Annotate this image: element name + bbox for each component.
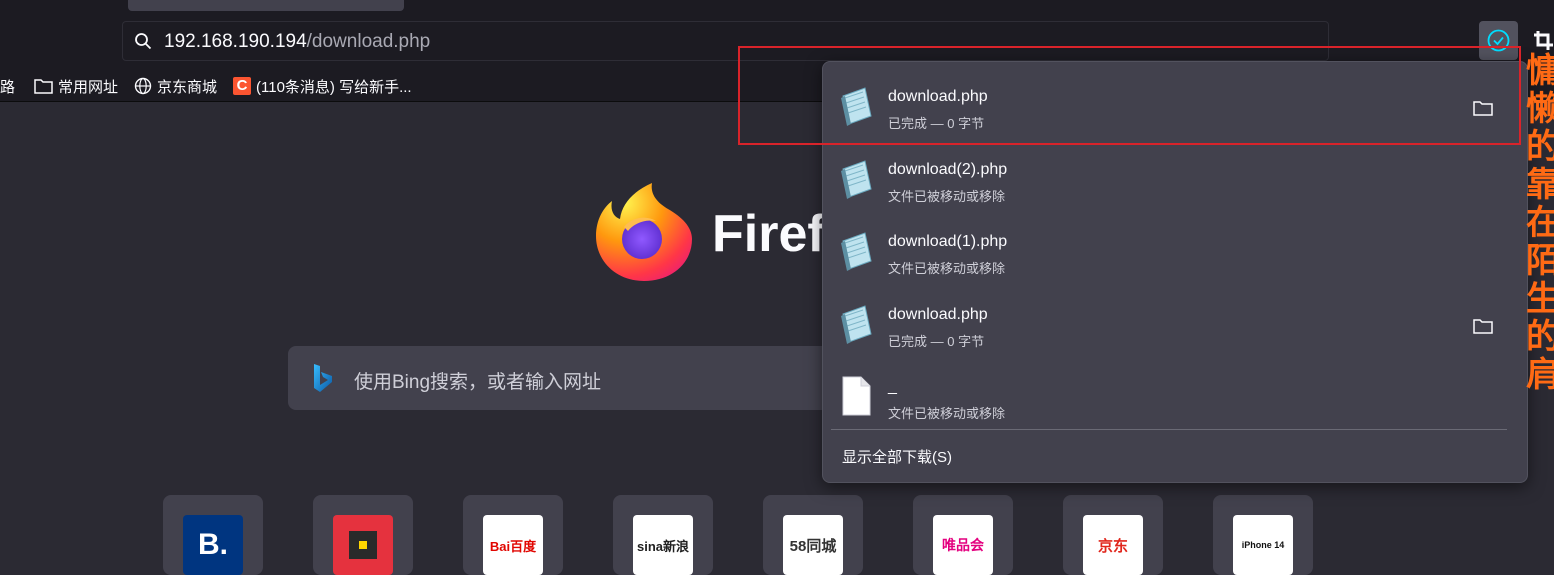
firefox-wordmark: Firefox bbox=[712, 205, 832, 263]
panel-divider bbox=[831, 429, 1507, 430]
download-status: 文件已被移动或移除 bbox=[888, 261, 1006, 276]
58-icon: 58同城 bbox=[783, 515, 843, 575]
bookmark-item-road[interactable]: 路 bbox=[0, 75, 15, 97]
title-bar bbox=[0, 0, 1554, 14]
vip-icon: 唯品会 bbox=[933, 515, 993, 575]
globe-icon bbox=[134, 77, 152, 95]
top-site-sina[interactable]: sina新浪 bbox=[613, 495, 713, 575]
bookmark-label: (110条消息) 写给新手... bbox=[256, 78, 412, 96]
download-status: 已完成 — 0 字节 bbox=[888, 334, 985, 349]
download-filename: download(1).php bbox=[888, 233, 1008, 250]
download-filename: _ bbox=[888, 378, 897, 395]
newtab-search-box[interactable]: 使用Bing搜索，或者输入网址 bbox=[288, 346, 888, 410]
baidu-icon: Bai百度 bbox=[483, 515, 543, 575]
sina-icon: sina新浪 bbox=[633, 515, 693, 575]
download-item[interactable]: download(1).php 文件已被移动或移除 bbox=[823, 213, 1527, 286]
folder-icon bbox=[34, 79, 53, 94]
download-filename: download.php bbox=[888, 306, 988, 323]
app-icon bbox=[333, 515, 393, 575]
crop-icon[interactable] bbox=[1533, 30, 1554, 51]
top-site-app[interactable] bbox=[313, 495, 413, 575]
url-path: /download.php bbox=[306, 31, 431, 52]
show-all-downloads-button[interactable]: 显示全部下载(S) bbox=[842, 446, 952, 467]
jd-icon: 京东 bbox=[1083, 515, 1143, 575]
side-overlay-text: 慵懒的靠在陌生的肩 bbox=[1526, 52, 1554, 394]
blank-file-icon bbox=[842, 376, 871, 416]
bookmark-csdn[interactable]: C (110条消息) 写给新手... bbox=[233, 75, 412, 97]
download-item[interactable]: download.php 已完成 — 0 字节 bbox=[823, 286, 1527, 359]
top-site-jd[interactable]: 京东 bbox=[1063, 495, 1163, 575]
php-file-icon bbox=[841, 305, 872, 344]
firefox-logo-icon bbox=[596, 183, 692, 281]
download-item[interactable]: _ 文件已被移动或移除 bbox=[823, 358, 1527, 431]
php-file-icon bbox=[841, 232, 872, 271]
download-item[interactable]: download(2).php 文件已被移动或移除 bbox=[823, 141, 1527, 214]
bookmark-folder-common[interactable]: 常用网址 bbox=[34, 75, 118, 97]
highlight-annotation-box bbox=[738, 46, 1521, 145]
bookmark-label: 常用网址 bbox=[58, 78, 119, 96]
url-host: 192.168.190.194 bbox=[164, 31, 307, 52]
bookmark-label: 路 bbox=[0, 78, 16, 96]
search-icon bbox=[135, 33, 152, 50]
download-status: 文件已被移动或移除 bbox=[888, 406, 1006, 421]
top-site-baidu[interactable]: Bai百度 bbox=[463, 495, 563, 575]
url-text[interactable]: 192.168.190.194/download.php bbox=[164, 31, 430, 53]
download-status: 文件已被移动或移除 bbox=[888, 189, 1006, 204]
folder-icon[interactable] bbox=[1473, 318, 1493, 334]
bookmark-jd[interactable]: 京东商城 bbox=[134, 75, 217, 97]
top-site-apple[interactable]: iPhone 14 bbox=[1213, 495, 1313, 575]
active-tab[interactable] bbox=[128, 0, 404, 11]
php-file-icon bbox=[841, 160, 872, 199]
csdn-icon: C bbox=[233, 77, 251, 95]
bing-icon bbox=[314, 364, 332, 392]
top-site-58[interactable]: 58同城 bbox=[763, 495, 863, 575]
apple-icon: iPhone 14 bbox=[1233, 515, 1293, 575]
app-glyph-icon bbox=[349, 531, 377, 559]
top-site-vip[interactable]: 唯品会 bbox=[913, 495, 1013, 575]
search-placeholder: 使用Bing搜索，或者输入网址 bbox=[354, 372, 602, 393]
top-site-booking[interactable]: B. bbox=[163, 495, 263, 575]
booking-icon: B. bbox=[183, 515, 243, 575]
bookmark-label: 京东商城 bbox=[157, 78, 218, 96]
download-filename: download(2).php bbox=[888, 161, 1008, 178]
